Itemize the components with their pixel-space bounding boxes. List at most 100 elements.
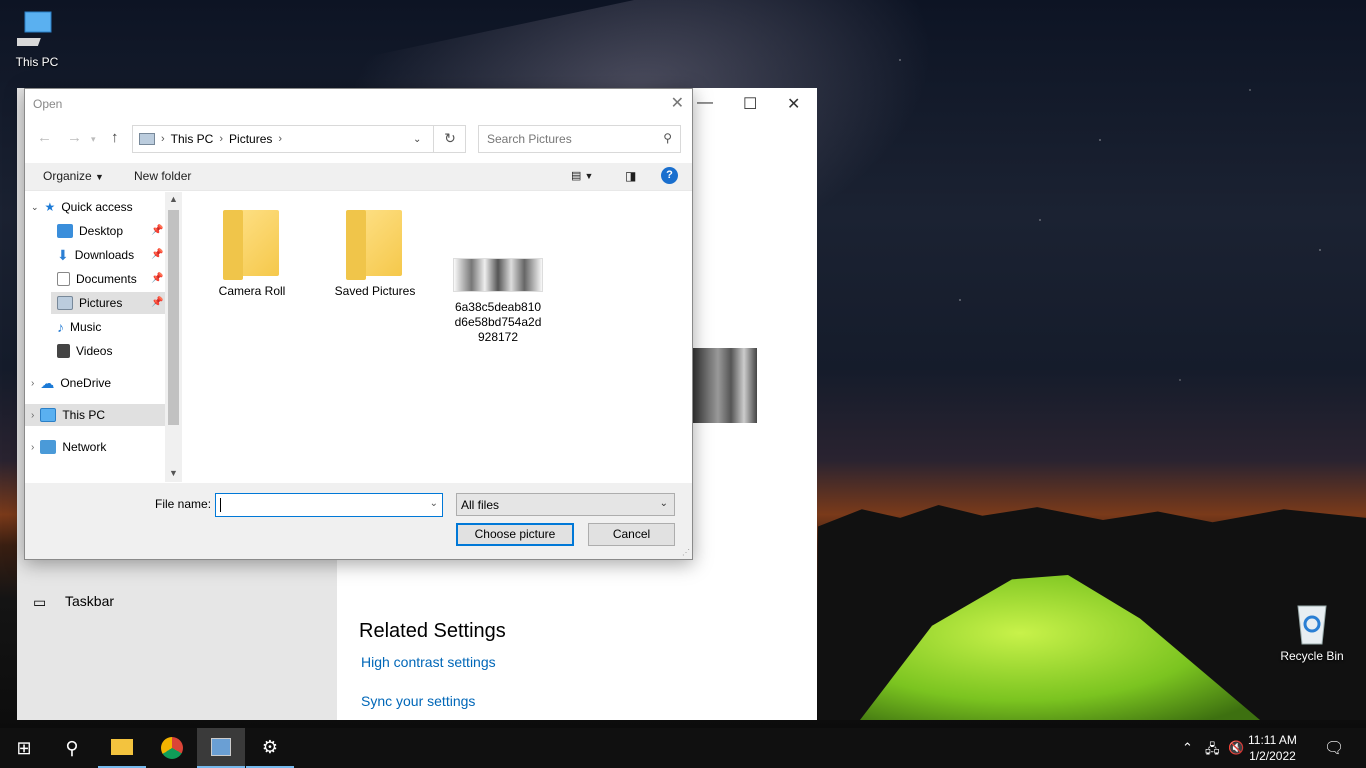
film-icon (57, 344, 70, 358)
nav-this-pc[interactable]: › This PC (25, 404, 165, 426)
network-icon (40, 440, 57, 454)
close-icon[interactable]: ✕ (787, 94, 800, 114)
new-folder-button[interactable]: New folder (134, 169, 191, 183)
monitor-icon: ▭ (33, 594, 47, 610)
search-icon: ⚲ (663, 131, 672, 145)
up-arrow-icon[interactable]: ↑ (111, 129, 119, 146)
dialog-close-icon[interactable]: ✕ (671, 93, 684, 113)
back-arrow-icon[interactable]: ← (37, 129, 52, 146)
paint-app-icon[interactable] (197, 728, 245, 768)
search-placeholder: Search Pictures (487, 132, 572, 146)
pin-icon[interactable]: 📌 (151, 297, 163, 308)
related-settings-heading: Related Settings (359, 620, 506, 642)
file-item[interactable]: Saved Pictures (325, 210, 425, 299)
scroll-up-icon[interactable]: ▲ (169, 194, 178, 204)
preview-pane-icon[interactable]: ◨ (625, 169, 636, 183)
desktop-icon-this-pc[interactable]: This PC (7, 10, 62, 69)
nav-label: Network (62, 440, 107, 454)
clock-time: 11:11 AM (1248, 733, 1297, 747)
start-windows-icon[interactable]: ⊞ (0, 728, 48, 768)
pin-icon[interactable]: 📌 (151, 273, 163, 284)
breadcrumb-separator-icon: › (161, 133, 165, 145)
nav-quick-access[interactable]: ⌄ ★ Quick access (31, 196, 133, 218)
view-options-icon[interactable]: ▤ ▼ (571, 169, 593, 182)
choose-picture-button[interactable]: Choose picture (456, 523, 574, 546)
file-name-input[interactable]: ⌄ (215, 493, 443, 517)
settings-nav-taskbar[interactable]: Taskbar (65, 593, 114, 609)
minimize-icon[interactable]: — (697, 94, 713, 112)
expand-chevron-icon: › (31, 409, 35, 421)
nav-documents[interactable]: Documents (57, 268, 137, 290)
chrome-icon[interactable] (148, 728, 196, 768)
cancel-button[interactable]: Cancel (588, 523, 675, 546)
expand-chevron-icon: › (31, 377, 35, 389)
nav-network[interactable]: › Network (31, 436, 106, 458)
download-arrow-icon: ⬇ (57, 246, 69, 263)
scrollbar-thumb[interactable] (168, 210, 179, 425)
music-note-icon: ♪ (57, 319, 64, 335)
dialog-footer: File name: ⌄ All files ⌄ Choose picture … (25, 483, 692, 559)
address-bar[interactable]: › This PC › Pictures › ⌄ (132, 125, 466, 153)
open-file-dialog: Open ✕ ← → ▾ ↑ › This PC › Pictures › ⌄ … (24, 88, 693, 560)
resize-grip-icon[interactable]: ⋰ (682, 548, 690, 557)
breadcrumb-this-pc[interactable]: This PC (171, 132, 214, 146)
file-item[interactable]: 6a38c5deab810d6e58bd754a2d928172 (448, 240, 548, 345)
file-type-select[interactable]: All files ⌄ (456, 493, 675, 516)
expand-chevron-icon: › (31, 441, 35, 453)
refresh-icon[interactable]: ↻ (433, 125, 466, 153)
chevron-up-icon[interactable]: ⌃ (1182, 740, 1193, 756)
nav-music[interactable]: ♪ Music (57, 316, 101, 338)
image-thumbnail (453, 258, 543, 292)
nav-label: Downloads (74, 248, 135, 262)
nav-videos[interactable]: Videos (57, 340, 112, 362)
search-input[interactable]: Search Pictures ⚲ (478, 125, 681, 153)
nav-pictures[interactable]: Pictures (51, 292, 165, 314)
file-name-value (220, 498, 221, 512)
clock[interactable]: 11:11 AM 1/2/2022 (1248, 732, 1297, 764)
nav-label: Desktop (79, 224, 124, 238)
scroll-down-icon[interactable]: ▼ (169, 468, 178, 478)
network-icon[interactable]: 🖧 (1205, 740, 1220, 762)
file-type-value: All files (461, 498, 500, 512)
pin-icon[interactable]: 📌 (151, 249, 163, 260)
file-name: Saved Pictures (334, 284, 416, 298)
forward-arrow-icon[interactable]: → (67, 129, 82, 146)
dialog-toolbar: Organize ▼ New folder ▤ ▼ ◨ ? (25, 163, 692, 191)
cloud-icon: ☁ (40, 374, 55, 391)
help-icon[interactable]: ? (661, 167, 678, 184)
sync-settings-link[interactable]: Sync your settings (361, 693, 475, 709)
settings-gear-icon[interactable]: ⚙ (246, 728, 294, 768)
pictures-location-icon (139, 133, 155, 145)
nav-label: Documents (76, 272, 137, 286)
nav-desktop[interactable]: Desktop (57, 220, 123, 242)
pin-icon[interactable]: 📌 (151, 225, 163, 236)
clock-date: 1/2/2022 (1249, 749, 1296, 763)
file-name: Camera Roll (218, 284, 286, 298)
desktop-icon-label: This PC (15, 55, 59, 69)
file-name-label: File name: (155, 497, 212, 511)
volume-muted-icon[interactable]: 🔇 (1228, 740, 1244, 756)
recent-locations-chevron-icon[interactable]: ▾ (91, 134, 96, 145)
desktop-icon-label: Recycle Bin (1280, 649, 1344, 663)
chevron-down-icon[interactable]: ⌄ (430, 498, 438, 509)
file-item[interactable]: Camera Roll (202, 210, 302, 299)
recycle-bin-icon (1297, 605, 1327, 645)
address-dropdown-icon[interactable]: ⌄ (413, 134, 421, 145)
nav-scrollbar[interactable]: ▲ ▼ (165, 192, 182, 482)
breadcrumb-pictures[interactable]: Pictures (229, 132, 272, 146)
nav-label: OneDrive (60, 376, 112, 390)
organize-button[interactable]: Organize ▼ (43, 169, 104, 183)
search-icon[interactable]: ⚲ (48, 728, 96, 768)
file-explorer-icon[interactable] (98, 728, 146, 768)
maximize-icon[interactable]: ☐ (743, 94, 757, 114)
file-name: 6a38c5deab810d6e58bd754a2d928172 (454, 300, 542, 344)
nav-onedrive[interactable]: › ☁ OneDrive (31, 372, 111, 394)
navigation-pane: ⌄ ★ Quick access Desktop 📌 ⬇ Downloads 📌… (25, 192, 182, 482)
nav-label: Music (70, 320, 102, 334)
desktop-icon-recycle-bin[interactable]: Recycle Bin (1278, 602, 1346, 663)
pictures-icon (57, 296, 73, 310)
notifications-icon[interactable]: 🗨 (1324, 738, 1344, 758)
nav-label: Pictures (79, 296, 123, 310)
nav-downloads[interactable]: ⬇ Downloads (57, 244, 134, 266)
high-contrast-link[interactable]: High contrast settings (361, 654, 496, 670)
